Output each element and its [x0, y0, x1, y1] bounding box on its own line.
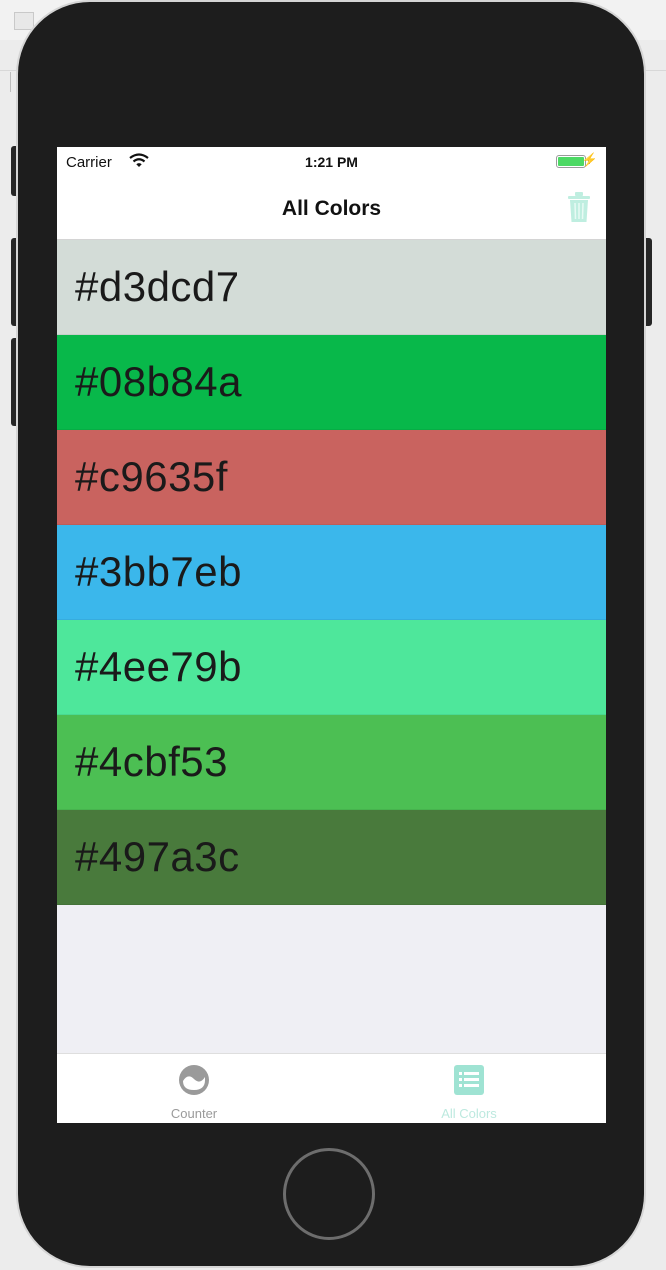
list-icon — [454, 1065, 484, 1095]
page-title: All Colors — [281, 197, 382, 220]
status-time: 1:21 PM — [305, 154, 358, 170]
counter-icon — [179, 1065, 209, 1095]
color-hex-label: #3bb7eb — [75, 548, 243, 595]
tab-counter[interactable]: Counter — [57, 1054, 331, 1123]
tab-all-colors[interactable]: All Colors — [332, 1054, 606, 1123]
navigation-bar: All Colors — [57, 177, 606, 240]
color-row[interactable]: #4ee79b — [57, 620, 606, 715]
tab-bar: Counter All Colors — [57, 1053, 606, 1123]
color-hex-label: #08b84a — [75, 358, 243, 405]
color-hex-label: #4ee79b — [75, 643, 243, 690]
color-row[interactable]: #c9635f — [57, 430, 606, 525]
color-hex-label: #c9635f — [75, 453, 228, 500]
color-row[interactable]: #4cbf53 — [57, 715, 606, 810]
charging-icon: ⚡ — [581, 152, 598, 167]
toolbar-icon — [14, 12, 34, 30]
tab-label: All Colors — [441, 1106, 497, 1121]
color-list: #d3dcd7 #08b84a #c9635f #3bb7eb #4ee79b … — [57, 240, 606, 905]
divider — [10, 72, 11, 92]
color-hex-label: #d3dcd7 — [75, 263, 240, 310]
color-hex-label: #4cbf53 — [75, 738, 228, 785]
color-row[interactable]: #3bb7eb — [57, 525, 606, 620]
status-bar: Carrier 1:21 PM ⚡ — [57, 147, 606, 177]
color-row[interactable]: #d3dcd7 — [57, 240, 606, 335]
home-button[interactable] — [283, 1148, 375, 1240]
trash-icon[interactable] — [566, 191, 592, 223]
app-screen: Carrier 1:21 PM ⚡ All Colors #d3dcd7 #08… — [57, 147, 606, 1123]
color-row[interactable]: #497a3c — [57, 810, 606, 905]
color-row[interactable]: #08b84a — [57, 335, 606, 430]
tab-label: Counter — [170, 1106, 218, 1121]
color-hex-label: #497a3c — [75, 833, 240, 880]
power-button — [643, 238, 652, 326]
